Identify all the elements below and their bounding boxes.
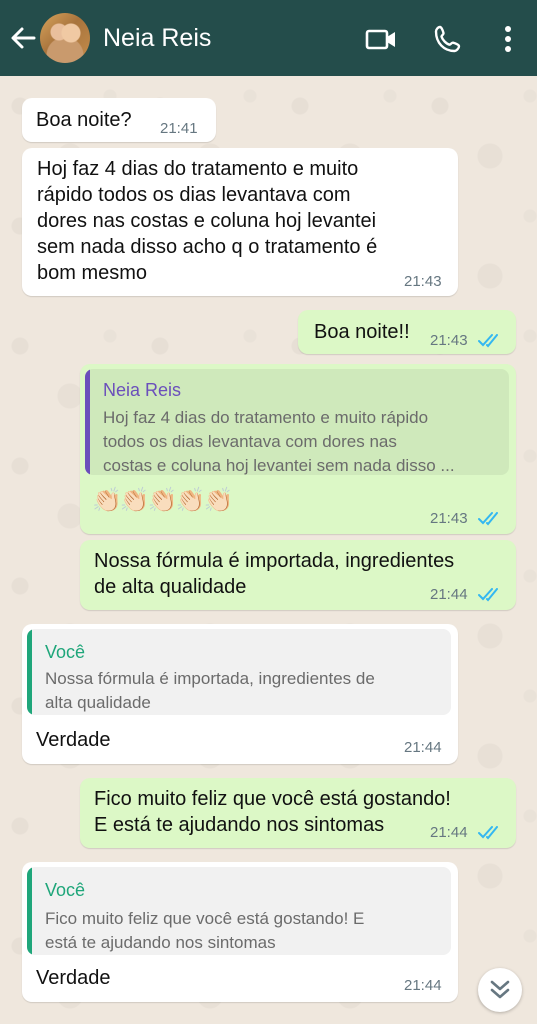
- contact-name[interactable]: Neia Reis: [103, 22, 211, 54]
- back-arrow-icon[interactable]: [8, 22, 38, 54]
- quote-line: Nossa fórmula é importada, ingredientes …: [45, 669, 375, 688]
- message-line: Nossa fórmula é importada, ingredientes: [94, 550, 455, 572]
- quote-accent-bar: [27, 629, 32, 715]
- message-time: 21:44: [430, 586, 468, 603]
- message-time: 21:43: [430, 510, 468, 527]
- message-time: 21:41: [160, 120, 198, 137]
- chat-header: Neia Reis: [0, 0, 537, 76]
- message-line: de alta qualidade: [94, 576, 247, 598]
- message-line: Hoj faz 4 dias do tratamento e muito: [37, 158, 359, 180]
- quote-line: Fico muito feliz que você está gostando!…: [45, 909, 365, 928]
- message-line: rápido todos os dias levantava com: [37, 184, 351, 206]
- message-incoming[interactable]: Você Fico muito feliz que você está gost…: [22, 862, 458, 1002]
- message-line: sem nada disso acho q o tratamento é: [37, 236, 378, 258]
- message-line: bom mesmo: [37, 262, 148, 284]
- message-time: 21:44: [404, 739, 442, 756]
- quoted-message[interactable]: Você Nossa fórmula é importada, ingredie…: [27, 629, 451, 715]
- phone-icon[interactable]: [431, 22, 465, 56]
- read-ticks-icon: [478, 826, 498, 840]
- quote-line: costas e coluna hoj levantei sem nada di…: [103, 456, 455, 475]
- message-text: Boa noite?: [36, 109, 132, 131]
- quote-accent-bar: [27, 867, 32, 955]
- message-outgoing[interactable]: Fico muito feliz que você está gostando!…: [80, 778, 516, 848]
- message-line: Fico muito feliz que você está gostando!: [94, 788, 451, 810]
- message-time: 21:44: [430, 824, 468, 841]
- message-time: 21:44: [404, 977, 442, 994]
- message-outgoing[interactable]: Neia Reis Hoj faz 4 dias do tratamento e…: [80, 364, 516, 534]
- quote-author: Neia Reis: [103, 380, 182, 400]
- quote-line: todos os dias levantava com dores nas: [103, 432, 397, 451]
- more-vert-icon[interactable]: [496, 22, 520, 56]
- quote-line: está te ajudando nos sintomas: [45, 933, 276, 952]
- quote-accent-bar: [85, 369, 90, 475]
- quote-author: Você: [45, 880, 86, 900]
- message-incoming[interactable]: Boa noite? 21:41: [22, 98, 216, 142]
- read-ticks-icon: [478, 588, 498, 602]
- read-ticks-icon: [478, 512, 498, 526]
- avatar[interactable]: [40, 13, 90, 63]
- scroll-to-bottom-button[interactable]: [478, 968, 522, 1012]
- message-incoming[interactable]: Você Nossa fórmula é importada, ingredie…: [22, 624, 458, 764]
- message-emoji: 👏🏻👏🏻👏🏻👏🏻👏🏻: [92, 487, 233, 514]
- message-outgoing[interactable]: Boa noite!! 21:43: [298, 310, 516, 354]
- message-text: Verdade: [36, 729, 111, 751]
- message-text: Verdade: [36, 967, 111, 989]
- video-call-icon[interactable]: [364, 22, 398, 56]
- message-time: 21:43: [430, 332, 468, 349]
- quoted-message[interactable]: Você Fico muito feliz que você está gost…: [27, 867, 451, 955]
- message-line: E está te ajudando nos sintomas: [94, 814, 385, 836]
- quote-author: Você: [45, 642, 86, 662]
- message-text: Boa noite!!: [314, 321, 410, 343]
- quote-line: alta qualidade: [45, 693, 151, 712]
- message-time: 21:43: [404, 273, 442, 290]
- message-incoming[interactable]: Hoj faz 4 dias do tratamento e muito ráp…: [22, 148, 458, 296]
- quoted-message[interactable]: Neia Reis Hoj faz 4 dias do tratamento e…: [85, 369, 509, 475]
- message-outgoing[interactable]: Nossa fórmula é importada, ingredientes …: [80, 540, 516, 610]
- message-line: dores nas costas e coluna hoj levantei: [37, 210, 377, 232]
- read-ticks-icon: [478, 334, 498, 348]
- quote-line: Hoj faz 4 dias do tratamento e muito ráp…: [103, 408, 429, 427]
- double-chevron-down-icon: [490, 980, 510, 999]
